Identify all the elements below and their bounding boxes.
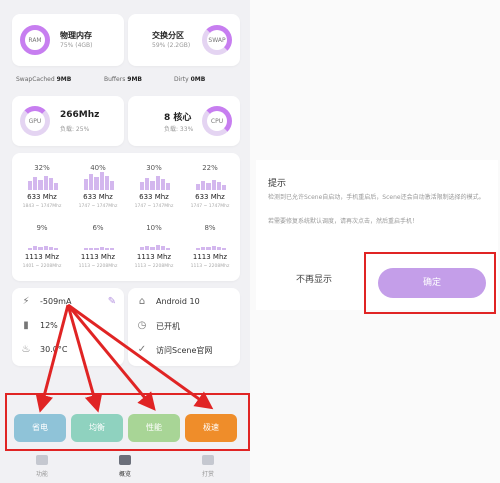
dont-show-again-button[interactable]: 不再显示 <box>272 272 356 285</box>
annotation-arrows <box>35 303 214 413</box>
dialog-message-2: 若需要修复系统默认调度，请再次点击，然后重启手机！ <box>268 218 419 225</box>
confirm-button[interactable]: 确定 <box>378 268 486 298</box>
arrow-to-power-save <box>35 304 70 413</box>
dialog-message-1: 检测到已允许Scene自启动，手机重启后，Scene还会自动激活限制选择的模式。 <box>268 194 485 201</box>
dialog-title: 提示 <box>268 179 287 189</box>
